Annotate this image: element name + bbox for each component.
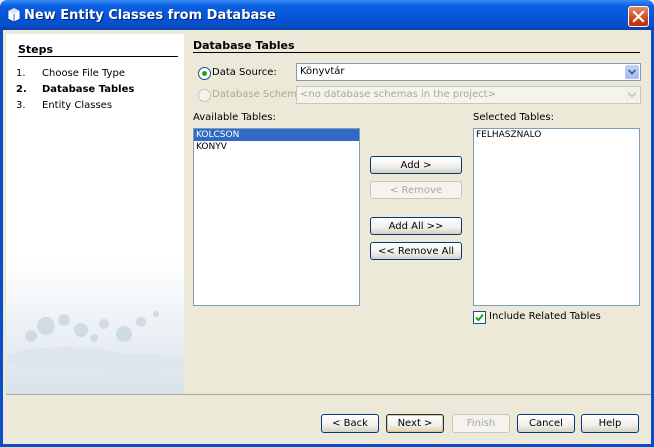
finish-button[interactable]: Finish bbox=[452, 414, 510, 433]
selected-tables-list[interactable]: FELHASZNALO bbox=[473, 128, 640, 306]
footer-divider bbox=[6, 394, 651, 395]
dropdown-button[interactable] bbox=[625, 88, 639, 102]
chevron-down-icon bbox=[627, 92, 637, 98]
help-button[interactable]: Help bbox=[581, 414, 639, 433]
steps-divider bbox=[18, 56, 178, 57]
selected-tables-label: Selected Tables: bbox=[473, 112, 554, 123]
dropdown-button[interactable] bbox=[625, 65, 639, 79]
netbeans-icon bbox=[7, 7, 21, 23]
step-label: Entity Classes bbox=[42, 100, 113, 111]
remove-all-button[interactable]: << Remove All bbox=[370, 242, 462, 260]
step-label: Database Tables bbox=[42, 84, 135, 95]
list-item[interactable]: KOLCSON bbox=[194, 129, 359, 141]
page-title: Database Tables bbox=[193, 39, 295, 52]
add-all-button[interactable]: Add All >> bbox=[370, 217, 462, 235]
database-schema-value: <no database schemas in the project> bbox=[300, 89, 496, 100]
close-icon bbox=[632, 10, 645, 23]
include-related-checkbox[interactable] bbox=[473, 311, 486, 324]
data-source-label: Data Source: bbox=[212, 67, 277, 78]
data-source-radio[interactable] bbox=[198, 67, 211, 80]
database-schema-combo[interactable]: <no database schemas in the project> bbox=[296, 86, 641, 104]
step-number: 3. bbox=[16, 100, 26, 111]
data-source-combo[interactable]: Könyvtár bbox=[296, 63, 641, 81]
available-tables-label: Available Tables: bbox=[193, 112, 276, 123]
cancel-button[interactable]: Cancel bbox=[517, 414, 575, 433]
data-source-value: Könyvtár bbox=[300, 66, 345, 77]
add-button[interactable]: Add > bbox=[370, 156, 462, 174]
steps-heading: Steps bbox=[18, 43, 54, 56]
list-item[interactable]: FELHASZNALO bbox=[474, 129, 639, 141]
steps-panel: Steps 1. Choose File Type 2. Database Ta… bbox=[6, 34, 184, 394]
title-divider bbox=[193, 52, 640, 53]
decorative-bubbles bbox=[6, 311, 184, 374]
available-tables-list[interactable]: KOLCSON KONYV bbox=[193, 128, 360, 306]
remove-button[interactable]: < Remove bbox=[370, 181, 462, 199]
back-button[interactable]: < Back bbox=[321, 414, 379, 433]
include-related-label: Include Related Tables bbox=[489, 311, 601, 322]
step-number: 2. bbox=[16, 84, 27, 95]
step-number: 1. bbox=[16, 68, 26, 79]
close-button[interactable] bbox=[628, 6, 649, 27]
list-item[interactable]: KONYV bbox=[194, 141, 359, 153]
next-button[interactable]: Next > bbox=[386, 414, 444, 433]
chevron-down-icon bbox=[627, 69, 637, 75]
database-schema-label: Database Schema bbox=[212, 89, 304, 100]
dialog-window: New Entity Classes from Database Steps 1… bbox=[0, 0, 654, 447]
title-bar[interactable]: New Entity Classes from Database bbox=[0, 0, 654, 30]
dialog-content: Steps 1. Choose File Type 2. Database Ta… bbox=[3, 30, 651, 444]
window-title: New Entity Classes from Database bbox=[24, 8, 276, 23]
database-schema-radio[interactable] bbox=[198, 89, 211, 102]
checkmark-icon bbox=[475, 313, 484, 322]
step-label: Choose File Type bbox=[42, 68, 125, 79]
